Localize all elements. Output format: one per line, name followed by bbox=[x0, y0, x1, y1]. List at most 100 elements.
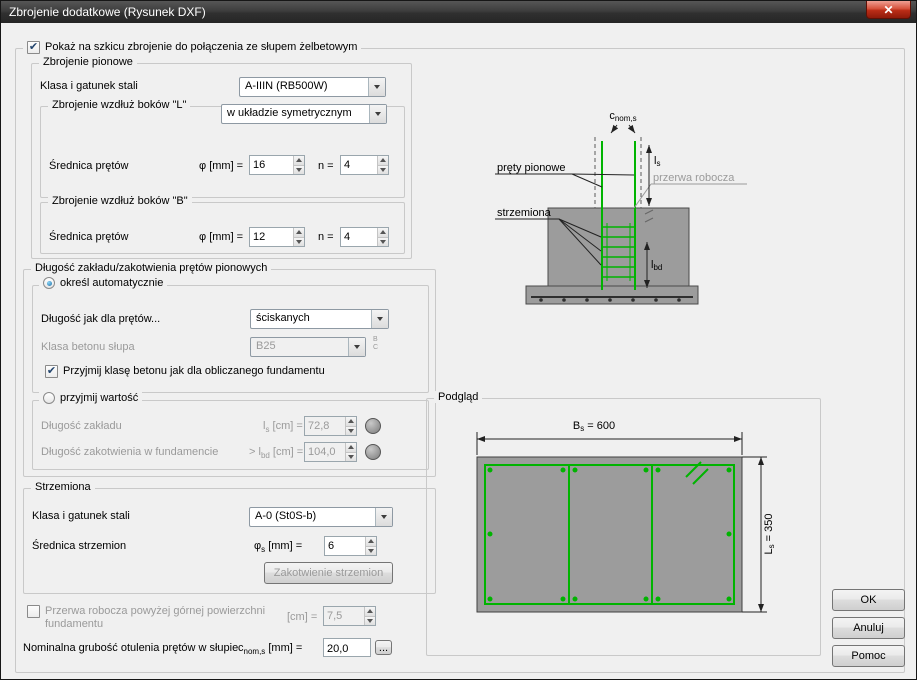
spin-up-icon[interactable] bbox=[294, 228, 304, 237]
vertical-bars-label: pręty pionowe bbox=[497, 162, 566, 174]
cancel-button[interactable]: Anuluj bbox=[832, 617, 905, 639]
spin-up-icon[interactable] bbox=[366, 537, 376, 546]
chevron-down-icon[interactable] bbox=[375, 508, 392, 526]
ok-button[interactable]: OK bbox=[832, 589, 905, 611]
radio-unselected-icon[interactable] bbox=[43, 392, 55, 404]
height-dimension-label: Ls= 350 bbox=[763, 514, 776, 555]
bar-diameter-label: Średnica prętów bbox=[49, 231, 129, 243]
cover-field[interactable] bbox=[323, 638, 371, 657]
cover-label: Nominalna grubość otulenia prętów w słup… bbox=[23, 642, 238, 654]
bars-type-combobox[interactable]: ściskanych bbox=[250, 309, 389, 329]
radio-selected-icon[interactable] bbox=[43, 277, 55, 289]
construction-gap-label: Przerwa robocza powyżej górnej powierzch… bbox=[45, 605, 283, 631]
checkbox-unchecked-icon[interactable] bbox=[27, 605, 40, 618]
lap-symbol-label: ls [cm] = bbox=[263, 420, 303, 434]
spin-down-icon[interactable] bbox=[294, 165, 304, 175]
spin-down-icon[interactable] bbox=[294, 237, 304, 247]
cover-symbol-label: cnom,s [mm] = bbox=[238, 642, 302, 656]
concrete-class-icon: BC bbox=[373, 336, 387, 352]
footing-concrete bbox=[526, 286, 698, 304]
stirrups-group: Strzemiona Klasa i gatunek stali A-0 (St… bbox=[23, 488, 436, 594]
spin-down-icon[interactable] bbox=[378, 237, 388, 247]
cover-input[interactable] bbox=[324, 641, 370, 658]
bars-type-value: ściskanych bbox=[251, 310, 371, 328]
construction-gap-checkbox[interactable]: Przerwa robocza powyżej górnej powierzch… bbox=[27, 605, 287, 631]
diameter-L-input[interactable] bbox=[250, 156, 293, 174]
checkbox-checked-icon[interactable]: ✔ bbox=[27, 41, 40, 54]
n-label: n = bbox=[318, 231, 334, 243]
lap-length-round-button[interactable] bbox=[365, 418, 381, 434]
dialog-window: Zbrojenie dodatkowe (Rysunek DXF) ✕ ✔ Po… bbox=[0, 0, 917, 680]
n-label: n = bbox=[318, 160, 334, 172]
anchor-length-round-button[interactable] bbox=[365, 444, 381, 460]
chevron-down-icon[interactable] bbox=[368, 78, 385, 96]
manual-radio[interactable]: przyjmij wartość bbox=[39, 392, 142, 405]
anchor-length-input[interactable] bbox=[305, 443, 345, 461]
lap-length-input[interactable] bbox=[305, 417, 345, 435]
stirrup-diameter-label: Średnica strzemion bbox=[32, 540, 126, 552]
lap-length-label: Długość zakładu bbox=[41, 420, 122, 432]
auto-radio[interactable]: określ automatycznie bbox=[39, 277, 167, 290]
stirrup-diameter-spinner[interactable] bbox=[324, 536, 377, 556]
stirrup-steel-combobox[interactable]: A-0 (St0S-b) bbox=[249, 507, 393, 527]
count-B-spinner[interactable] bbox=[340, 227, 389, 247]
anchor-length-spinner[interactable] bbox=[304, 442, 357, 462]
cnom-arrows-icon bbox=[611, 125, 635, 133]
cover-browse-button[interactable]: ... bbox=[375, 640, 392, 655]
count-L-spinner[interactable] bbox=[340, 155, 389, 175]
spin-down-icon[interactable] bbox=[365, 616, 375, 626]
manual-group: przyjmij wartość Długość zakładu ls [cm]… bbox=[32, 400, 429, 470]
preview-drawing: Bs= 600 bbox=[427, 401, 820, 655]
diameter-B-spinner[interactable] bbox=[249, 227, 305, 247]
phi-unit-label: φ [mm] = bbox=[199, 231, 243, 243]
assume-concrete-checkbox[interactable]: ✔ Przyjmij klasę betonu jak dla obliczan… bbox=[45, 365, 325, 378]
chevron-down-icon[interactable] bbox=[369, 105, 386, 123]
sides-L-group: Zbrojenie wzdłuż boków "L" w układzie sy… bbox=[40, 106, 405, 198]
spin-up-icon[interactable] bbox=[346, 443, 356, 452]
vertical-reinforcement-legend: Zbrojenie pionowe bbox=[39, 56, 137, 68]
stirrups-legend: Strzemiona bbox=[31, 481, 95, 493]
sides-B-legend: Zbrojenie wzdłuż boków "B" bbox=[48, 195, 192, 207]
close-button[interactable]: ✕ bbox=[866, 1, 911, 19]
count-L-input[interactable] bbox=[341, 156, 377, 174]
checkbox-checked-icon[interactable]: ✔ bbox=[45, 365, 58, 378]
gap-unit-label: [cm] = bbox=[287, 611, 317, 623]
ellipsis-icon: ... bbox=[379, 642, 388, 654]
spin-down-icon[interactable] bbox=[378, 165, 388, 175]
spin-up-icon[interactable] bbox=[378, 228, 388, 237]
gap-spinner[interactable] bbox=[323, 606, 376, 626]
diameter-L-spinner[interactable] bbox=[249, 155, 305, 175]
help-button[interactable]: Pomoc bbox=[832, 645, 905, 667]
stirrup-anchor-button[interactable]: Zakotwienie strzemion bbox=[264, 562, 393, 584]
count-B-input[interactable] bbox=[341, 228, 377, 246]
spin-up-icon[interactable] bbox=[365, 607, 375, 616]
show-on-sketch-checkbox[interactable]: ✔ Pokaż na szkicu zbrojenie do połączeni… bbox=[23, 41, 361, 54]
stirrups-sketch-label: strzemiona bbox=[497, 207, 552, 219]
column-concrete-value: B25 bbox=[251, 338, 348, 356]
steel-grade-label: Klasa i gatunek stali bbox=[40, 80, 138, 92]
diameter-B-input[interactable] bbox=[250, 228, 293, 246]
stirrup-phi-label: φs [mm] = bbox=[254, 540, 302, 554]
column-concrete-combobox[interactable]: B25 bbox=[250, 337, 366, 357]
vertical-reinforcement-group: Zbrojenie pionowe Klasa i gatunek stali … bbox=[31, 63, 412, 259]
spin-up-icon[interactable] bbox=[346, 417, 356, 426]
spin-down-icon[interactable] bbox=[346, 426, 356, 436]
gap-input[interactable] bbox=[324, 607, 364, 625]
stirrup-diameter-input[interactable] bbox=[325, 537, 365, 555]
steel-grade-value: A-IIIN (RB500W) bbox=[240, 78, 368, 96]
length-as-bars-label: Długość jak dla prętów... bbox=[41, 313, 160, 325]
chevron-down-icon[interactable] bbox=[371, 310, 388, 328]
width-dimension-label: Bs= 600 bbox=[573, 420, 615, 433]
steel-grade-combobox[interactable]: A-IIIN (RB500W) bbox=[239, 77, 386, 97]
anchor-symbol-label: > lbd [cm] = bbox=[249, 446, 303, 460]
spin-up-icon[interactable] bbox=[378, 156, 388, 165]
layout-combobox[interactable]: w układzie symetrycznym bbox=[221, 104, 387, 124]
connection-sketch: cnom,s pręty pionowe przerwa robocza str… bbox=[451, 59, 901, 394]
lap-length-spinner[interactable] bbox=[304, 416, 357, 436]
title-bar[interactable]: Zbrojenie dodatkowe (Rysunek DXF) bbox=[1, 1, 916, 23]
spin-down-icon[interactable] bbox=[366, 546, 376, 556]
spin-down-icon[interactable] bbox=[346, 452, 356, 462]
spin-up-icon[interactable] bbox=[294, 156, 304, 165]
vertical-bars-leaders bbox=[495, 174, 634, 187]
sides-B-group: Zbrojenie wzdłuż boków "B" Średnica pręt… bbox=[40, 202, 405, 254]
